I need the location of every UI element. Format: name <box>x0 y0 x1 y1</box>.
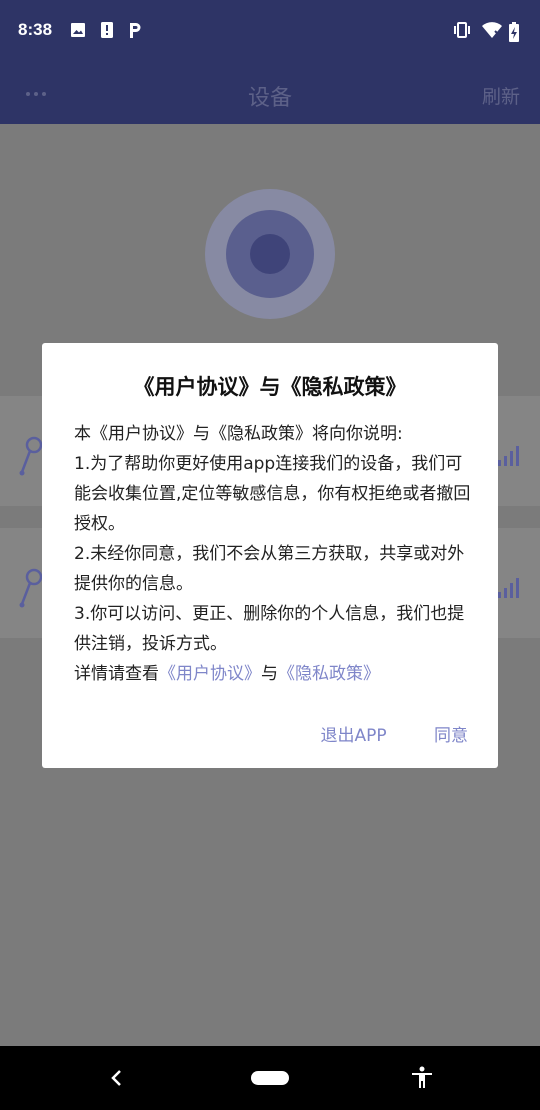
device-icon <box>19 436 43 476</box>
refresh-button[interactable]: 刷新 <box>482 82 520 109</box>
alert-icon <box>101 22 113 38</box>
privacy-dialog: 《用户协议》与《隐私政策》 本《用户协议》与《隐私政策》将向你说明: 1.为了帮… <box>42 343 498 768</box>
dialog-item-2: 2.未经你同意，我们不会从第三方获取，共享或对外提供你的信息。 <box>74 544 465 594</box>
page-title: 设备 <box>247 86 292 111</box>
wifi-icon <box>482 22 502 38</box>
dialog-title: 《用户协议》与《隐私政策》 <box>133 375 407 399</box>
home-button[interactable] <box>251 1071 289 1085</box>
back-icon[interactable] <box>108 1068 124 1088</box>
status-time: 8:38 <box>18 20 53 39</box>
image-icon <box>71 23 85 37</box>
radar-scan-icon <box>205 189 335 319</box>
status-bar: 8:38 <box>0 0 540 64</box>
accessibility-icon[interactable] <box>410 1066 434 1090</box>
parking-icon <box>130 23 141 38</box>
signal-icon <box>498 446 519 466</box>
details-prefix: 详情请查看 <box>74 664 159 684</box>
privacy-policy-link[interactable]: 《隐私政策》 <box>278 664 380 684</box>
dialog-body: 本《用户协议》与《隐私政策》将向你说明: 1.为了帮助你更好使用app连接我们的… <box>74 419 474 689</box>
device-icon <box>19 568 43 608</box>
vibrate-icon <box>454 22 470 38</box>
dialog-details: 详情请查看《用户协议》与《隐私政策》 <box>74 659 474 689</box>
battery-icon <box>509 22 519 42</box>
user-agreement-link[interactable]: 《用户协议》 <box>159 664 261 684</box>
details-and: 与 <box>261 664 278 684</box>
dialog-item-3: 3.你可以访问、更正、删除你的个人信息，我们也提供注销，投诉方式。 <box>74 604 465 654</box>
navigation-bar <box>0 1046 540 1110</box>
agree-button[interactable]: 同意 <box>434 726 468 746</box>
dialog-intro: 本《用户协议》与《隐私政策》将向你说明: <box>74 424 403 444</box>
app-bar: 设备 刷新 <box>0 64 540 124</box>
signal-icon <box>498 578 519 598</box>
dialog-item-1: 1.为了帮助你更好使用app连接我们的设备，我们可能会收集位置,定位等敏感信息，… <box>74 454 471 534</box>
exit-app-button[interactable]: 退出APP <box>320 726 386 746</box>
dialog-actions: 退出APP 同意 <box>278 721 468 746</box>
